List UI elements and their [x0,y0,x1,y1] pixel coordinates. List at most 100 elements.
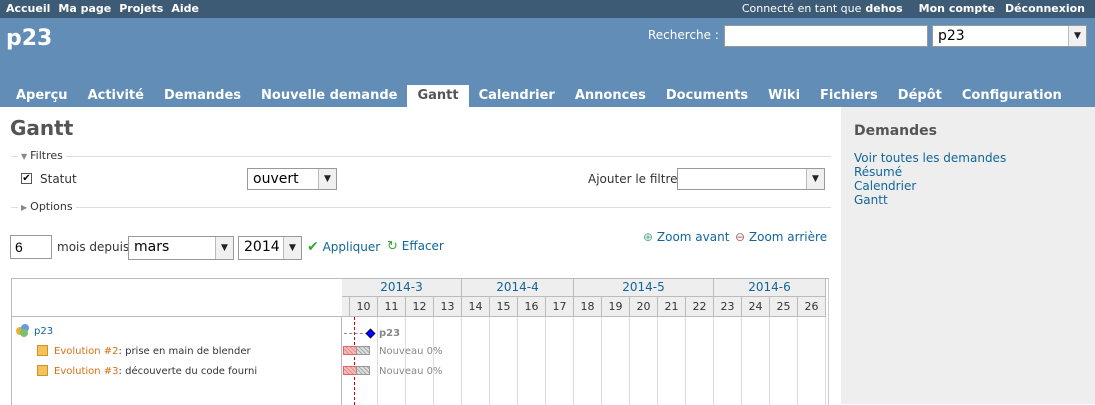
gantt-week-header: 10 [350,297,378,317]
zoom-out-button[interactable]: ⊖ Zoom arrière [735,230,827,244]
issue-link[interactable]: Evolution #2 [54,346,119,357]
gantt-chart: p23 Evolution #2: prise en main de blend… [11,278,829,405]
options-legend-label: Options [30,200,73,213]
sidebar-title: Demandes [854,123,937,139]
status-operator-select[interactable]: ouvert ▼ [247,168,337,190]
gantt-month-header[interactable]: 2014-4 [462,279,574,297]
gantt-week-gridline [377,317,378,405]
filters-divider [11,156,831,157]
apply-button[interactable]: ✔ Appliquer [307,239,380,255]
sidebar-link[interactable]: Résumé [854,165,1006,179]
project-title: p23 [6,26,53,51]
month-select[interactable]: mars ▼ [128,236,234,260]
gantt-week-header: 20 [630,297,658,317]
gantt-issue-bar [356,346,370,355]
chevron-down-icon: ▼ [215,237,233,259]
tab-fichiers[interactable]: Fichiers [810,85,888,107]
help-link[interactable]: Aide [171,2,199,15]
gantt-week-gridline [657,317,658,405]
my-page-link[interactable]: Ma page [58,2,111,15]
tab-aper-u[interactable]: Aperçu [6,85,78,107]
search-label: Recherche : [648,28,719,42]
gantt-project-row[interactable]: p23 [16,324,53,337]
expand-triangle-icon: ▶ [21,203,28,212]
tab-configuration[interactable]: Configuration [952,85,1072,107]
zoom-in-icon: ⊕ [643,230,654,244]
year-select-value: 2014 [244,239,280,255]
sidebar-link[interactable]: Voir toutes les demandes [854,151,1006,165]
gantt-week-gridline [489,317,490,405]
gantt-issue-bar-label: Nouveau 0% [379,346,443,357]
content: Gantt ▼ Filtres ✔ Statut ouvert ▼ Ajouter… [0,107,841,405]
gantt-month-header[interactable]: 2014-6 [714,279,826,297]
gantt-month-header[interactable]: 2014-5 [574,279,714,297]
gantt-month-header[interactable]: 2014-3 [342,279,462,297]
gantt-week-gridline [741,317,742,405]
zoom-out-label: Zoom arrière [748,230,828,244]
gantt-timeline: p23 Nouveau 0% Nouveau 0% 2014-3 2014-4 20… [342,279,829,405]
gantt-week-header: 21 [658,297,686,317]
issue-subject: : prise en main de blender [118,346,251,357]
tab-documents[interactable]: Documents [656,85,758,107]
sidebar-link[interactable]: Calendrier [854,179,1006,193]
gantt-week-gridline [461,317,462,405]
tab-nouvelle-demande[interactable]: Nouvelle demande [251,85,407,107]
sidebar-links: Voir toutes les demandes Résumé Calendrier… [854,151,1006,207]
gantt-week-header: 19 [602,297,630,317]
chevron-down-icon: ▼ [806,169,824,189]
issue-icon [37,345,48,356]
main-menu: Aperçu Activité Demandes Nouvelle demande Ga… [6,85,1072,107]
months-since-label: mois depuis [57,240,130,254]
add-filter-label: Ajouter le filtre [588,172,678,186]
gantt-week-header: 15 [490,297,518,317]
zoom-in-button[interactable]: ⊕ Zoom avant [643,230,729,244]
search-input[interactable] [724,25,928,47]
gantt-week-header: 24 [742,297,770,317]
current-user-link[interactable]: dehos [865,2,902,15]
issue-link[interactable]: Evolution #3 [54,366,119,377]
gantt-project-bar-label: p23 [379,328,401,339]
gantt-week-header-partial [342,297,350,317]
header: p23 Recherche : p23 ▼ Aperçu Activité Dema… [0,18,1095,107]
project-jump-select[interactable]: p23 ▼ [932,25,1087,47]
tab-calendrier[interactable]: Calendrier [469,85,565,107]
gantt-issue-row[interactable]: Evolution #2: prise en main de blender [37,345,251,357]
options-legend[interactable]: ▶ Options [18,200,76,213]
months-input[interactable] [10,235,52,259]
filters-legend[interactable]: ▼ Filtres [18,149,66,162]
my-account-link[interactable]: Mon compte [919,2,995,15]
zoom-in-label: Zoom avant [656,230,730,244]
year-select[interactable]: 2014 ▼ [238,236,302,260]
issue-subject: : découverte du code fourni [118,366,258,377]
gantt-week-gridline [685,317,686,405]
gantt-issue-bar [356,366,370,375]
logged-as-text: Connecté en tant que [741,2,862,15]
tab-annonces[interactable]: Annonces [565,85,656,107]
chevron-down-icon: ▼ [283,237,301,259]
status-label: Statut [40,172,77,186]
home-link[interactable]: Accueil [6,2,50,15]
zoom-out-icon: ⊖ [735,230,746,244]
tab-demandes[interactable]: Demandes [154,85,251,107]
gantt-week-header: 25 [770,297,798,317]
tab-activit-[interactable]: Activité [78,85,154,107]
logout-link[interactable]: Déconnexion [1005,2,1085,15]
gantt-week-header: 16 [518,297,546,317]
add-filter-select[interactable]: ▼ [677,168,825,190]
status-checkbox[interactable]: ✔ [21,173,32,184]
gantt-project-link[interactable]: p23 [34,326,53,337]
projects-link[interactable]: Projets [119,2,163,15]
gantt-week-header: 23 [714,297,742,317]
gantt-issue-row[interactable]: Evolution #3: découverte du code fourni [37,365,257,377]
gantt-issue-bar-label: Nouveau 0% [379,366,443,377]
gantt-week-header: 12 [406,297,434,317]
tab-wiki[interactable]: Wiki [758,85,810,107]
gantt-week-header: 26 [798,297,826,317]
tab-gantt[interactable]: Gantt [407,85,469,107]
options-divider [11,207,831,208]
gantt-week-gridline [433,317,434,405]
tab-d-p-t[interactable]: Dépôt [888,85,952,107]
gantt-week-header: 13 [434,297,462,317]
clear-button[interactable]: ↻ Effacer [387,239,444,254]
sidebar-link[interactable]: Gantt [854,193,1006,207]
